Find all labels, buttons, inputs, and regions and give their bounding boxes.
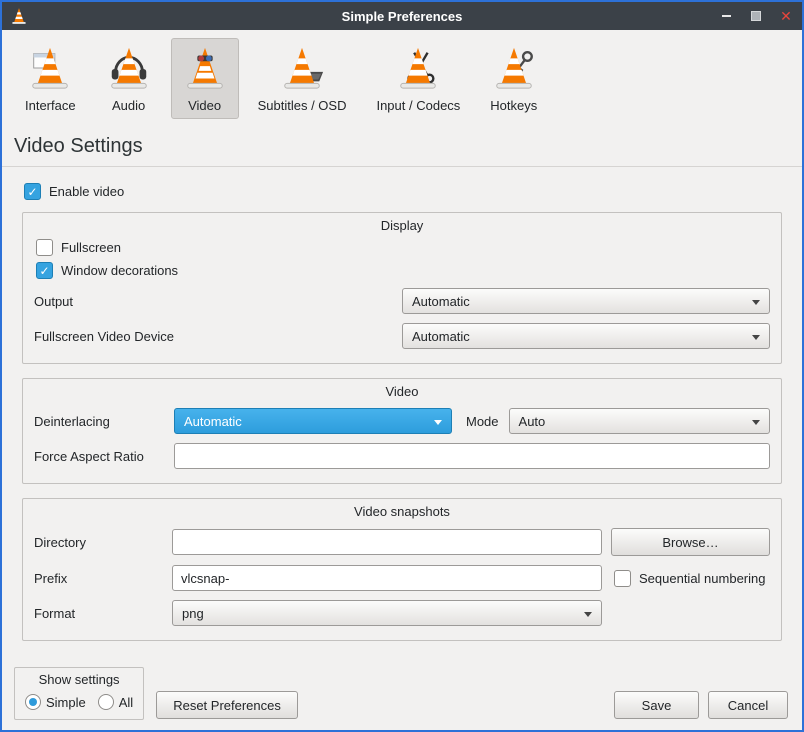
force-aspect-ratio-input[interactable] <box>174 443 770 469</box>
window-decorations-label: Window decorations <box>61 263 178 278</box>
toolbar-item-audio[interactable]: Audio <box>95 38 163 119</box>
browse-button[interactable]: Browse… <box>611 528 770 556</box>
window-decorations-checkbox[interactable] <box>36 262 53 279</box>
toolbar-item-interface[interactable]: Interface <box>14 38 87 119</box>
directory-input[interactable] <box>172 529 602 555</box>
deinterlacing-select[interactable]: Automatic <box>174 408 452 434</box>
chevron-down-icon <box>752 420 760 425</box>
show-settings-title: Show settings <box>25 672 133 687</box>
mode-select-value: Auto <box>519 414 546 429</box>
fullscreen-device-select[interactable]: Automatic <box>402 323 770 349</box>
toolbar-item-label: Video <box>188 98 221 113</box>
mode-label: Mode <box>466 414 499 429</box>
preferences-window: Simple Preferences ✕ Interface Audio Vid… <box>0 0 804 732</box>
format-select-value: png <box>182 606 204 621</box>
footer: Show settings Simple All Reset Preferenc… <box>2 667 802 730</box>
video-snapshots-group: Video snapshots Directory Browse… Prefix… <box>22 498 782 641</box>
simple-radio[interactable] <box>25 694 41 710</box>
titlebar: Simple Preferences ✕ <box>2 2 802 30</box>
deinterlacing-label: Deinterlacing <box>34 414 174 429</box>
directory-label: Directory <box>34 535 172 550</box>
video-icon <box>182 45 228 94</box>
toolbar-item-video[interactable]: Video <box>171 38 239 119</box>
fullscreen-device-label: Fullscreen Video Device <box>34 329 174 344</box>
enable-video-checkbox[interactable] <box>24 183 41 200</box>
interface-icon <box>27 45 73 94</box>
save-button[interactable]: Save <box>614 691 699 719</box>
output-select[interactable]: Automatic <box>402 288 770 314</box>
chevron-down-icon <box>752 300 760 305</box>
toolbar-item-label: Interface <box>25 98 76 113</box>
prefix-input[interactable] <box>172 565 602 591</box>
video-snapshots-group-title: Video snapshots <box>32 504 772 519</box>
show-settings-simple-option[interactable]: Simple <box>25 694 86 710</box>
toolbar-item-label: Audio <box>112 98 145 113</box>
format-label: Format <box>34 606 172 621</box>
hotkeys-icon <box>491 45 537 94</box>
close-icon: ✕ <box>780 9 792 23</box>
minimize-button[interactable] <box>718 8 734 24</box>
minimize-icon <box>722 15 731 17</box>
fullscreen-checkbox[interactable] <box>36 239 53 256</box>
all-radio-label: All <box>119 695 133 710</box>
video-group-title: Video <box>32 384 772 399</box>
display-group: Display Fullscreen Window decorations Ou… <box>22 212 782 364</box>
maximize-button[interactable] <box>748 8 764 24</box>
prefix-label: Prefix <box>34 571 172 586</box>
audio-icon <box>106 45 152 94</box>
show-settings-all-option[interactable]: All <box>98 694 133 710</box>
chevron-down-icon <box>584 612 592 617</box>
close-button[interactable]: ✕ <box>778 8 794 24</box>
heading-divider <box>2 166 802 167</box>
force-aspect-ratio-label: Force Aspect Ratio <box>34 449 174 464</box>
deinterlacing-select-value: Automatic <box>184 414 242 429</box>
reset-preferences-button[interactable]: Reset Preferences <box>156 691 298 719</box>
fullscreen-label: Fullscreen <box>61 240 121 255</box>
simple-radio-label: Simple <box>46 695 86 710</box>
toolbar-item-subtitles-osd[interactable]: Subtitles / OSD <box>247 38 358 119</box>
chevron-down-icon <box>752 335 760 340</box>
toolbar-item-hotkeys[interactable]: Hotkeys <box>479 38 548 119</box>
sequential-numbering-checkbox[interactable] <box>614 570 631 587</box>
maximize-icon <box>751 11 761 21</box>
toolbar-item-input-codecs[interactable]: Input / Codecs <box>365 38 471 119</box>
chevron-down-icon <box>434 420 442 425</box>
display-group-title: Display <box>32 218 772 233</box>
output-select-value: Automatic <box>412 294 470 309</box>
toolbar-item-label: Hotkeys <box>490 98 537 113</box>
cancel-button[interactable]: Cancel <box>708 691 788 719</box>
video-group: Video Deinterlacing Automatic Mode Auto … <box>22 378 782 484</box>
input-codecs-icon <box>395 45 441 94</box>
window-title: Simple Preferences <box>2 9 802 24</box>
fullscreen-device-select-value: Automatic <box>412 329 470 344</box>
subtitles-osd-icon <box>279 45 325 94</box>
mode-select[interactable]: Auto <box>509 408 770 434</box>
toolbar-item-label: Subtitles / OSD <box>258 98 347 113</box>
preferences-toolbar: Interface Audio Video Subtitles / OSD In… <box>2 30 802 123</box>
page-title: Video Settings <box>14 135 802 158</box>
show-settings-group: Show settings Simple All <box>14 667 144 720</box>
toolbar-item-label: Input / Codecs <box>376 98 460 113</box>
output-label: Output <box>34 294 73 309</box>
sequential-numbering-label: Sequential numbering <box>639 571 765 586</box>
enable-video-label: Enable video <box>49 184 124 199</box>
all-radio[interactable] <box>98 694 114 710</box>
format-select[interactable]: png <box>172 600 602 626</box>
